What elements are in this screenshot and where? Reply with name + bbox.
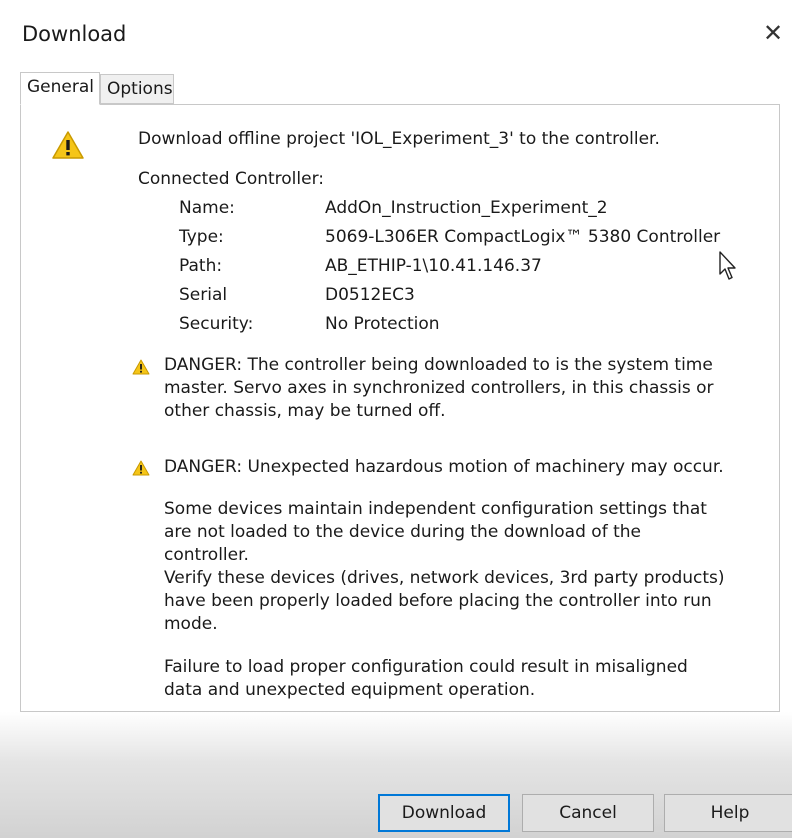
info-paragraph-independent-settings: Some devices maintain independent config… — [164, 499, 707, 565]
download-dialog: Download ✕ General Options Download offl… — [0, 0, 792, 838]
danger-message-hazardous-motion: DANGER: Unexpected hazardous motion of m… — [164, 457, 724, 477]
mouse-pointer-icon — [719, 251, 736, 280]
field-label-security: Security: — [179, 314, 254, 334]
warning-triangle-icon — [132, 460, 150, 476]
field-label-type: Type: — [179, 227, 224, 247]
warning-triangle-icon — [132, 359, 150, 375]
field-value-type: 5069-L306ER CompactLogix™ 5380 Controlle… — [325, 227, 721, 247]
field-value-serial: D0512EC3 — [325, 285, 415, 305]
download-button[interactable]: Download — [378, 794, 510, 832]
download-message: Download offline project 'IOL_Experiment… — [138, 129, 660, 149]
tab-general[interactable]: General — [20, 72, 100, 105]
connected-controller-heading: Connected Controller: — [138, 169, 324, 189]
help-button[interactable]: Help — [664, 794, 792, 832]
field-label-name: Name: — [179, 198, 235, 218]
field-value-path: AB_ETHIP-1\10.41.146.37 — [325, 256, 542, 276]
window-title: Download — [22, 22, 127, 46]
title-bar: Download ✕ — [0, 0, 792, 68]
danger-message-time-master: DANGER: The controller being downloaded … — [164, 355, 714, 421]
field-label-serial: Serial — [179, 285, 228, 305]
warning-triangle-icon — [52, 131, 84, 159]
field-label-path: Path: — [179, 256, 223, 276]
info-paragraph-verify-devices: Verify these devices (drives, network de… — [164, 568, 725, 634]
close-icon[interactable]: ✕ — [758, 18, 788, 48]
tab-options[interactable]: Options — [100, 74, 174, 104]
field-value-security: No Protection — [325, 314, 440, 334]
field-value-name: AddOn_Instruction_Experiment_2 — [325, 198, 608, 218]
cancel-button[interactable]: Cancel — [522, 794, 654, 832]
info-paragraph-failure-to-load: Failure to load proper configuration cou… — [164, 657, 688, 700]
